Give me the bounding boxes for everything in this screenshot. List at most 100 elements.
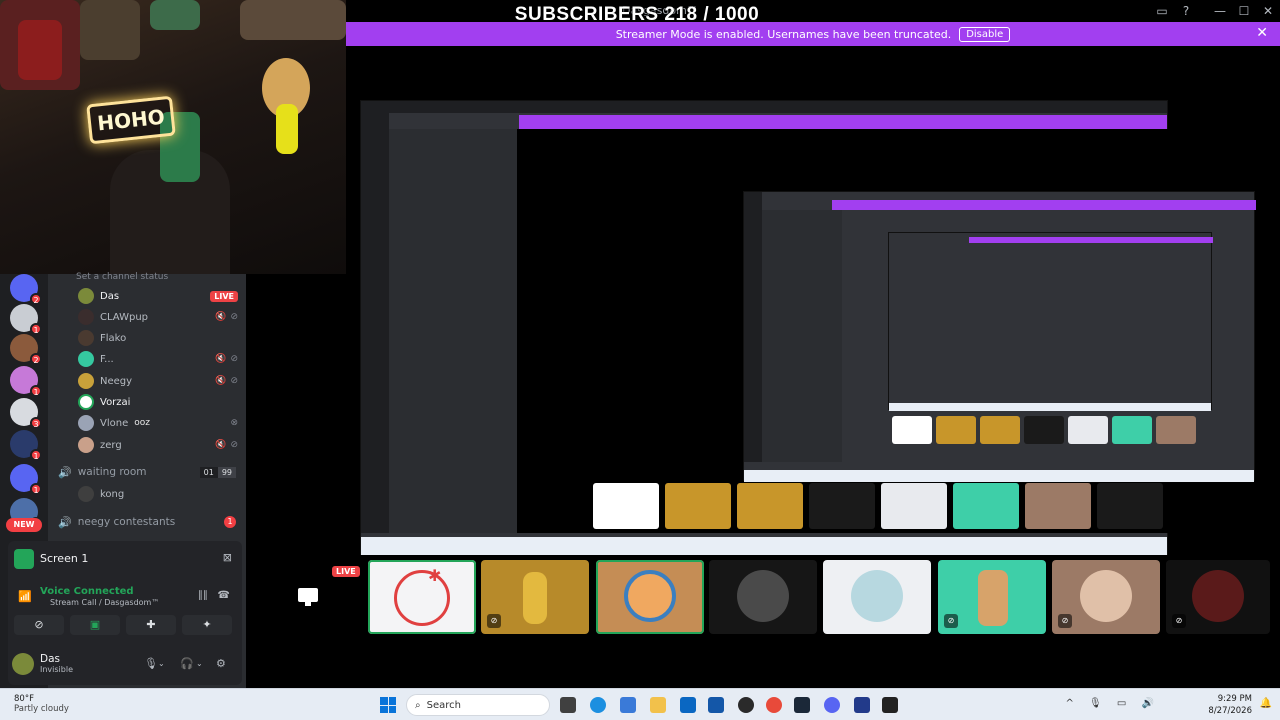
user-limit: 01 99 xyxy=(199,466,236,478)
server-icon[interactable]: 1 xyxy=(10,366,42,397)
avatar xyxy=(78,415,94,431)
clock[interactable]: 9:29 PM 8/27/2026 xyxy=(1208,693,1252,717)
stop-stream-icon[interactable]: ⊠ xyxy=(223,551,232,564)
voice-panel: Screen 1 ⊠ 📶 Voice Connected Stream Call… xyxy=(8,541,242,685)
participant-tile[interactable]: ⊘ xyxy=(481,560,589,634)
muted-icon: ⊘ xyxy=(487,614,501,628)
deafen-icon: ⊘ xyxy=(230,440,238,450)
task-view-icon[interactable] xyxy=(560,697,576,713)
server-icon[interactable]: 1 xyxy=(10,464,42,495)
screen-share-button[interactable]: ▣ xyxy=(70,615,120,635)
muted-icon: ⊘ xyxy=(1058,614,1072,628)
screen-title: Screen 1 xyxy=(40,552,89,565)
outlook-icon[interactable] xyxy=(680,697,696,713)
avatar xyxy=(78,486,94,502)
nested-stream-view-2 xyxy=(743,191,1256,482)
voice-user[interactable]: Das LIVE xyxy=(78,286,238,306)
obs-icon[interactable] xyxy=(738,697,754,713)
start-button[interactable] xyxy=(380,697,396,713)
server-icon[interactable]: 3 xyxy=(10,398,42,429)
screen-share-tile-icon[interactable] xyxy=(298,588,318,606)
steam-icon[interactable] xyxy=(794,697,810,713)
system-tray[interactable]: ^ 🎙 ▭ 🔊 xyxy=(1065,698,1160,709)
avatar[interactable] xyxy=(12,653,34,675)
voice-channel-neegy-contestants[interactable]: 🔊 neegy contestants 1 xyxy=(58,512,236,532)
voice-user[interactable]: zerg 🔇 ⊘ xyxy=(78,435,238,455)
deafen-icon: ⊘ xyxy=(230,376,238,386)
noise-suppression-icon[interactable]: ∥∥ xyxy=(198,590,208,601)
close-window-button[interactable]: ✕ xyxy=(1258,2,1278,20)
xbox-icon: ⊗ xyxy=(230,418,238,428)
server-icon[interactable]: 2 xyxy=(10,334,42,365)
avatar xyxy=(78,309,94,325)
avatar xyxy=(851,570,903,622)
headphones-icon[interactable]: 🎧 xyxy=(180,657,194,670)
participant-tile[interactable] xyxy=(709,560,817,634)
avatar xyxy=(78,330,94,346)
fall-guys-icon[interactable] xyxy=(854,697,870,713)
muted-icon: ⊘ xyxy=(1172,614,1186,628)
app-icon[interactable] xyxy=(708,697,724,713)
user-name[interactable]: Das xyxy=(40,653,60,665)
live-badge: LIVE xyxy=(332,566,360,577)
participant-tile[interactable] xyxy=(596,560,704,634)
voice-channel-waiting-room[interactable]: 🔊 waiting room 01 99 xyxy=(58,462,236,482)
store-icon[interactable] xyxy=(620,697,636,713)
nested-stream-view xyxy=(360,100,1256,555)
mute-icon: 🔇 xyxy=(215,440,227,450)
avatar xyxy=(1192,570,1244,622)
maximize-button[interactable]: ☐ xyxy=(1234,2,1254,20)
server-icon[interactable]: 1 xyxy=(10,304,42,335)
disable-streamer-mode-button[interactable]: Disable xyxy=(959,26,1011,42)
discord-logo-icon xyxy=(394,570,450,626)
microphone-icon[interactable]: 🎙 xyxy=(144,657,158,670)
disconnect-icon[interactable]: ☎ xyxy=(218,590,230,601)
chevron-down-icon[interactable]: ⌄ xyxy=(158,659,165,668)
status-badge: ooz xyxy=(134,418,150,428)
new-unread-pill[interactable]: NEW xyxy=(6,518,42,532)
participant-tile[interactable]: ⊘ xyxy=(1052,560,1160,634)
channel-status-hint[interactable]: Set a channel status xyxy=(76,272,168,282)
inbox-icon[interactable]: ▭ xyxy=(1152,2,1172,20)
voice-connected-label[interactable]: Voice Connected xyxy=(40,586,134,597)
settings-gear-icon[interactable]: ⚙ xyxy=(216,657,226,670)
avatar xyxy=(737,570,789,622)
help-icon[interactable]: ? xyxy=(1176,2,1196,20)
discord-icon[interactable] xyxy=(824,697,840,713)
avatar xyxy=(1080,570,1132,622)
voice-user[interactable]: Vlone ooz ⊗ xyxy=(78,413,238,433)
weather-widget[interactable]: 80°F Partly cloudy xyxy=(14,694,69,714)
voice-channel-path[interactable]: Stream Call / Dasgasdom™ xyxy=(50,598,159,607)
camera-off-button[interactable]: ⊘ xyxy=(14,615,64,635)
voice-user[interactable]: kong xyxy=(78,484,238,504)
participant-tile[interactable]: ⊘ xyxy=(1166,560,1270,634)
voice-user[interactable]: CLAWpup 🔇 ⊘ xyxy=(78,307,238,327)
nested-stream-view-3 xyxy=(888,232,1213,411)
webcam-feed: HOHO xyxy=(0,0,346,274)
epic-games-icon[interactable] xyxy=(882,697,898,713)
voice-user[interactable]: F... 🔇 ⊘ xyxy=(78,349,238,369)
voice-user[interactable]: Vorzai xyxy=(78,392,238,412)
server-icon[interactable]: 2 xyxy=(10,274,42,305)
avatar xyxy=(78,288,94,304)
signal-icon[interactable]: 📶 xyxy=(18,590,32,603)
trophy-figure xyxy=(523,572,547,624)
participant-tile[interactable]: ⊘ xyxy=(938,560,1046,634)
voice-user[interactable]: Neegy 🔇 ⊘ xyxy=(78,371,238,391)
voice-user[interactable]: Flako xyxy=(78,328,238,348)
participant-tile[interactable]: ✱ xyxy=(368,560,476,634)
avatar xyxy=(78,373,94,389)
server-icon[interactable]: 1 xyxy=(10,430,42,461)
close-icon[interactable]: ✕ xyxy=(1256,25,1268,41)
file-explorer-icon[interactable] xyxy=(650,697,666,713)
chrome-icon[interactable] xyxy=(766,697,782,713)
edge-icon[interactable] xyxy=(590,697,606,713)
taskbar-search[interactable]: ⌕ Search xyxy=(406,694,550,716)
soundboard-button[interactable]: ✦ xyxy=(182,615,232,635)
participant-tile[interactable] xyxy=(823,560,931,634)
notification-bell-icon[interactable]: 🔔 xyxy=(1260,698,1272,709)
activities-button[interactable]: ✚ xyxy=(126,615,176,635)
avatar xyxy=(78,351,94,367)
minimize-button[interactable]: — xyxy=(1210,2,1230,20)
chevron-down-icon[interactable]: ⌄ xyxy=(196,659,203,668)
